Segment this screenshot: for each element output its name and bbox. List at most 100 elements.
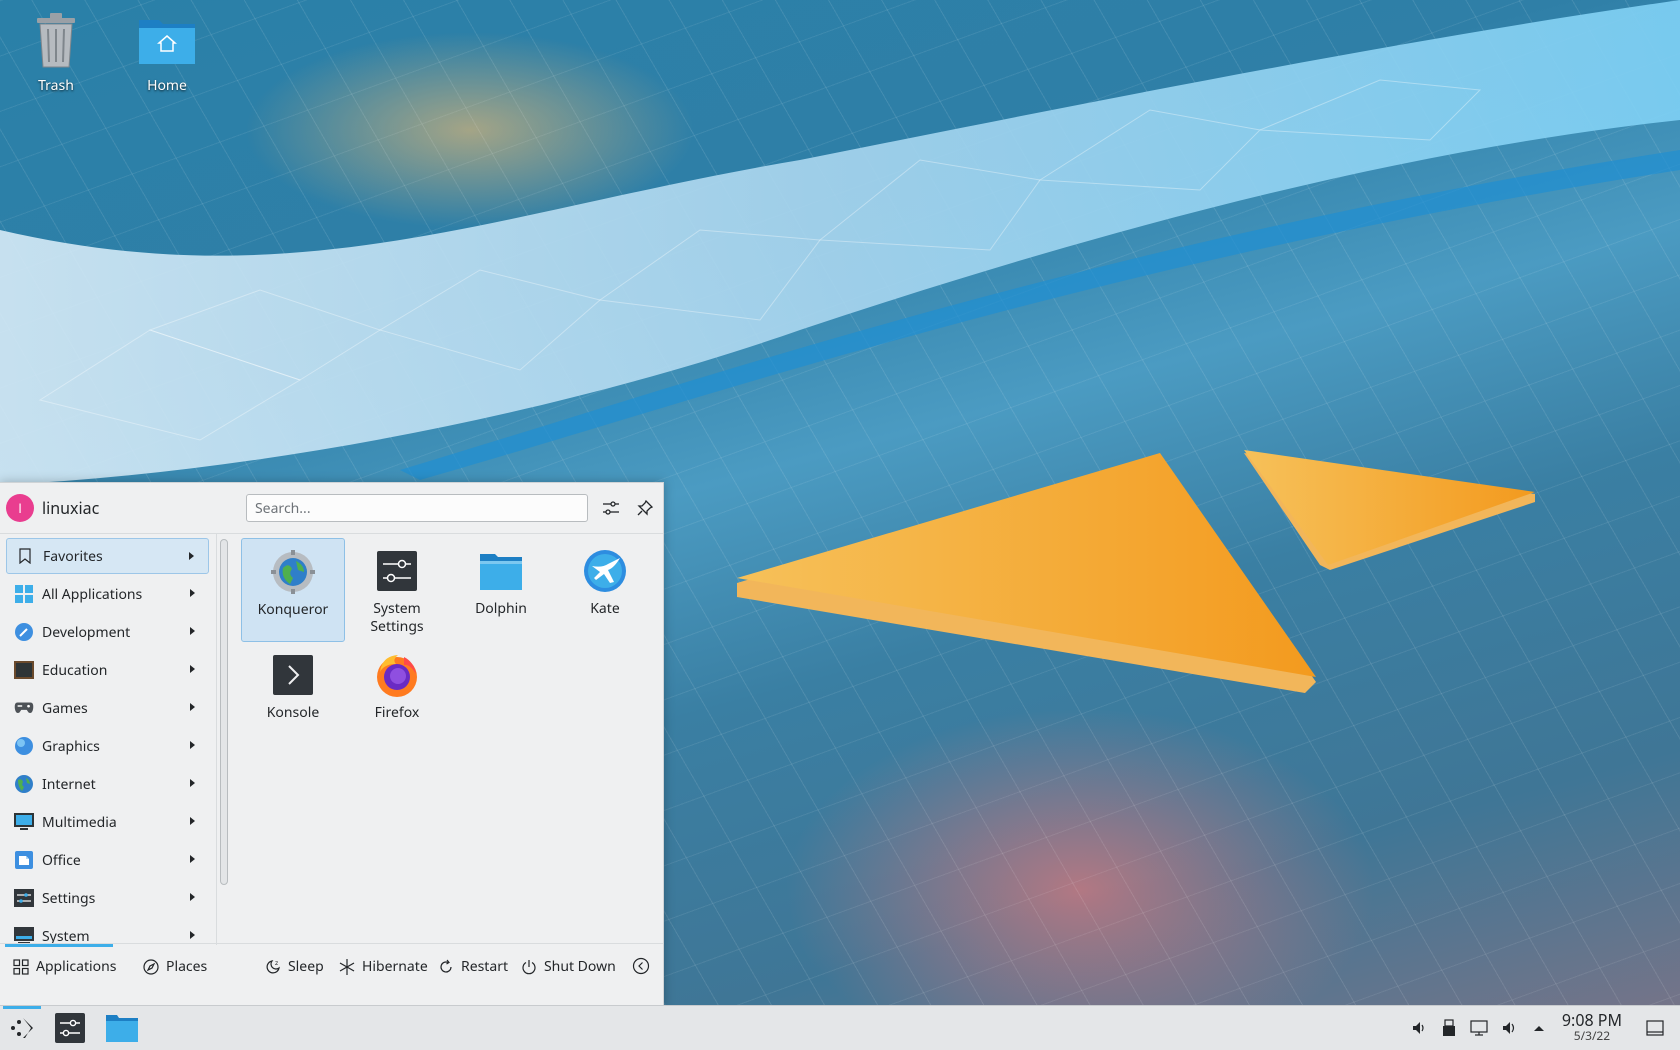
app-label: Dolphin bbox=[475, 599, 527, 618]
taskbar-dolphin[interactable] bbox=[100, 1006, 144, 1050]
svg-text:z: z bbox=[275, 960, 278, 967]
volume-icon[interactable] bbox=[1404, 1013, 1434, 1043]
application-launcher-button[interactable] bbox=[0, 1006, 44, 1050]
category-development[interactable]: Development bbox=[6, 614, 209, 650]
favorites-grid: Konqueror System Settings Dolphin Kate K… bbox=[234, 533, 663, 945]
hibernate-label: Hibernate bbox=[362, 957, 428, 976]
development-icon bbox=[14, 622, 34, 642]
restart-icon bbox=[437, 958, 455, 976]
chevron-right-icon bbox=[190, 779, 195, 787]
kate-icon bbox=[582, 548, 628, 594]
office-icon bbox=[14, 850, 34, 870]
application-launcher: l linuxiac Favorites All Applications bbox=[0, 482, 664, 1007]
app-kate[interactable]: Kate bbox=[553, 538, 657, 642]
sleep-label: Sleep bbox=[288, 957, 324, 976]
category-settings[interactable]: Settings bbox=[6, 880, 209, 916]
app-label-line1: System bbox=[373, 599, 421, 618]
category-scrollbar[interactable] bbox=[220, 539, 228, 885]
app-label-line2: Settings bbox=[370, 617, 424, 636]
configure-button[interactable] bbox=[596, 493, 626, 523]
chevron-right-icon bbox=[190, 741, 195, 749]
snowflake-icon bbox=[338, 958, 356, 976]
shutdown-button[interactable]: Shut Down bbox=[520, 957, 616, 976]
system-settings-icon bbox=[55, 1013, 85, 1043]
user-info[interactable]: l linuxiac bbox=[0, 494, 246, 522]
pin-button[interactable] bbox=[630, 493, 660, 523]
taskbar-system-settings[interactable] bbox=[48, 1006, 92, 1050]
chevron-right-icon bbox=[190, 589, 195, 597]
tab-applications[interactable]: Applications bbox=[12, 957, 116, 976]
network-icon[interactable] bbox=[1464, 1013, 1494, 1043]
desktop-home[interactable]: Home bbox=[122, 8, 212, 95]
audio-icon[interactable] bbox=[1494, 1013, 1524, 1043]
app-label: Konqueror bbox=[257, 600, 329, 619]
app-firefox[interactable]: Firefox bbox=[345, 642, 449, 746]
system-tray: 9:08 PM 5/3/22 bbox=[1404, 1006, 1680, 1050]
sliders-icon bbox=[603, 501, 619, 515]
desktop-trash-label: Trash bbox=[38, 76, 74, 95]
category-label: Development bbox=[42, 622, 131, 642]
category-label: All Applications bbox=[42, 584, 143, 604]
category-label: Settings bbox=[42, 888, 96, 908]
category-internet[interactable]: Internet bbox=[6, 766, 209, 802]
category-office[interactable]: Office bbox=[6, 842, 209, 878]
graphics-icon bbox=[14, 736, 34, 756]
chevron-right-icon bbox=[190, 817, 195, 825]
restart-button[interactable]: Restart bbox=[437, 957, 508, 976]
chevron-right-icon bbox=[190, 627, 195, 635]
category-multimedia[interactable]: Multimedia bbox=[6, 804, 209, 840]
chevron-right-icon bbox=[190, 665, 195, 673]
category-label: Multimedia bbox=[42, 812, 117, 832]
trash-icon bbox=[24, 8, 88, 72]
chevron-left-circle-icon bbox=[632, 957, 650, 975]
taskbar: 9:08 PM 5/3/22 bbox=[0, 1005, 1680, 1050]
firefox-icon bbox=[374, 652, 420, 698]
search-input[interactable] bbox=[246, 494, 588, 522]
bookmark-icon bbox=[15, 546, 35, 566]
sleep-icon: z bbox=[264, 958, 282, 976]
restart-label: Restart bbox=[461, 957, 509, 976]
category-label: Internet bbox=[42, 774, 96, 794]
active-tab-indicator bbox=[5, 944, 113, 947]
konqueror-icon bbox=[270, 549, 316, 595]
multimedia-icon bbox=[14, 812, 34, 832]
hibernate-button[interactable]: Hibernate bbox=[338, 957, 428, 976]
app-dolphin[interactable]: Dolphin bbox=[449, 538, 553, 642]
category-list: Favorites All Applications Development E… bbox=[0, 533, 228, 946]
chevron-right-icon bbox=[189, 552, 194, 560]
grid-icon bbox=[14, 584, 34, 604]
category-games[interactable]: Games bbox=[6, 690, 209, 726]
chevron-right-icon bbox=[190, 893, 195, 901]
app-system-settings[interactable]: System Settings bbox=[345, 538, 449, 642]
show-desktop-icon[interactable] bbox=[1640, 1013, 1670, 1043]
compass-icon bbox=[142, 958, 160, 976]
tab-places[interactable]: Places bbox=[142, 957, 207, 976]
chevron-up-icon[interactable] bbox=[1524, 1013, 1554, 1043]
clock-time: 9:08 PM bbox=[1561, 1009, 1622, 1031]
category-favorites[interactable]: Favorites bbox=[6, 538, 209, 574]
dolphin-icon bbox=[478, 548, 524, 594]
category-label: Office bbox=[42, 850, 81, 870]
digital-clock[interactable]: 9:08 PM 5/3/22 bbox=[1562, 1012, 1622, 1044]
desktop-home-label: Home bbox=[147, 76, 187, 95]
shutdown-label: Shut Down bbox=[544, 957, 616, 976]
settings-icon bbox=[14, 888, 34, 908]
sleep-button[interactable]: z Sleep bbox=[264, 957, 324, 976]
category-graphics[interactable]: Graphics bbox=[6, 728, 209, 764]
app-konsole[interactable]: Konsole bbox=[241, 642, 345, 746]
globe-icon bbox=[14, 774, 34, 794]
category-education[interactable]: Education bbox=[6, 652, 209, 688]
chevron-right-icon bbox=[190, 931, 195, 939]
chevron-right-icon bbox=[190, 855, 195, 863]
pin-icon bbox=[637, 500, 653, 516]
chevron-right-icon bbox=[190, 703, 195, 711]
app-konqueror[interactable]: Konqueror bbox=[241, 538, 345, 642]
home-folder-icon bbox=[135, 8, 199, 72]
category-label: Education bbox=[42, 660, 108, 680]
category-label: Favorites bbox=[43, 546, 103, 566]
usb-device-icon[interactable] bbox=[1434, 1013, 1464, 1043]
leave-menu-button[interactable] bbox=[632, 957, 656, 975]
desktop-trash[interactable]: Trash bbox=[11, 8, 101, 95]
kde-launcher-icon bbox=[11, 1018, 33, 1038]
category-all-applications[interactable]: All Applications bbox=[6, 576, 209, 612]
